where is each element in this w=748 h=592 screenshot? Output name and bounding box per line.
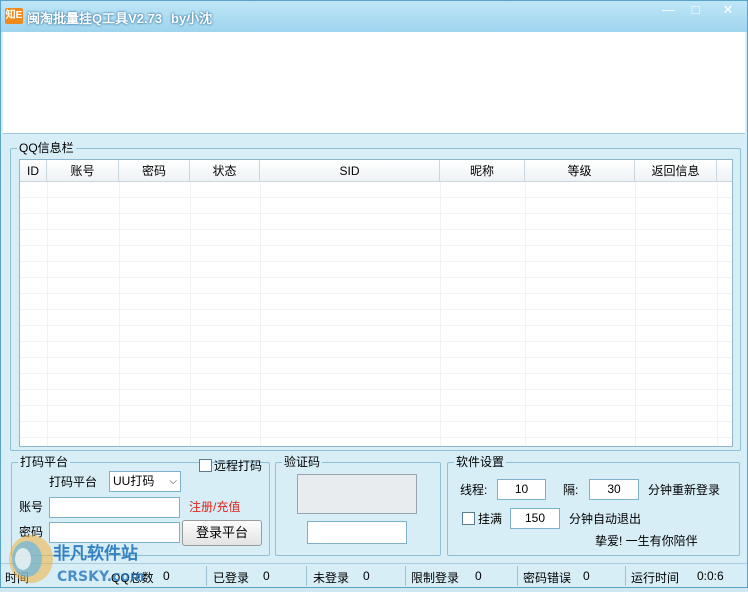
table-row[interactable] bbox=[20, 390, 732, 406]
col-status[interactable]: 状态 bbox=[190, 160, 260, 182]
captcha-group-title: 验证码 bbox=[282, 455, 323, 469]
settings-group-title: 软件设置 bbox=[454, 455, 507, 469]
status-run-time-value: 0:0:6 bbox=[697, 569, 724, 583]
platform-label: 打码平台 bbox=[49, 475, 98, 489]
app-icon: 知E bbox=[5, 8, 23, 24]
col-sid[interactable]: SID bbox=[260, 160, 440, 182]
status-wrong-password-label: 密码错误 bbox=[523, 571, 572, 585]
table-row[interactable] bbox=[20, 310, 732, 326]
close-button[interactable]: ✕ bbox=[709, 1, 747, 20]
status-wrong-password-value: 0 bbox=[583, 569, 590, 583]
qq-info-group-title: QQ信息栏 bbox=[17, 141, 76, 155]
table-row[interactable] bbox=[20, 198, 732, 214]
col-nickname[interactable]: 昵称 bbox=[440, 160, 525, 182]
table-row[interactable] bbox=[20, 326, 732, 342]
status-restricted-label: 限制登录 bbox=[411, 571, 460, 585]
watermark-swirl-icon: 非凡软件站 CRSKY.com bbox=[9, 535, 145, 585]
table-row[interactable] bbox=[20, 374, 732, 390]
col-password[interactable]: 密码 bbox=[119, 160, 190, 182]
table-row[interactable] bbox=[20, 182, 732, 198]
captcha-platform-group-title: 打码平台 bbox=[18, 455, 71, 469]
main-window: 知E 闽淘批量挂Q工具V2.73 by小沈 — □ ✕ QQ信息栏 ID 账号 … bbox=[0, 0, 748, 588]
table-row[interactable] bbox=[20, 358, 732, 374]
account-label: 账号 bbox=[19, 500, 44, 514]
table-header: ID 账号 密码 状态 SID 昵称 等级 返回信息 bbox=[20, 160, 732, 182]
status-not-logged-value: 0 bbox=[363, 569, 370, 583]
platform-select[interactable]: UU打码 ⌵ bbox=[109, 471, 181, 492]
login-platform-button[interactable]: 登录平台 bbox=[182, 520, 262, 546]
banner-area bbox=[3, 32, 745, 134]
table-row[interactable] bbox=[20, 230, 732, 246]
maximize-button[interactable]: □ bbox=[682, 1, 709, 20]
captcha-image[interactable] bbox=[297, 474, 417, 514]
auto-exit-label: 分钟自动退出 bbox=[569, 512, 642, 526]
status-logged-in-label: 已登录 bbox=[213, 571, 250, 585]
status-run-time-label: 运行时间 bbox=[631, 571, 680, 585]
status-restricted-value: 0 bbox=[475, 569, 482, 583]
threads-input[interactable]: 10 bbox=[497, 479, 546, 500]
table-row[interactable] bbox=[20, 262, 732, 278]
interval-label: 隔: bbox=[563, 483, 579, 497]
table-row[interactable] bbox=[20, 278, 732, 294]
table-row[interactable] bbox=[20, 422, 732, 438]
slogan-text: 挚爱! 一生有你陪伴 bbox=[595, 534, 698, 548]
captcha-input[interactable] bbox=[307, 521, 407, 544]
full-label: 挂满 bbox=[478, 512, 503, 526]
full-input[interactable]: 150 bbox=[510, 508, 560, 529]
col-return-info[interactable]: 返回信息 bbox=[635, 160, 717, 182]
minimize-button[interactable]: — bbox=[655, 1, 682, 20]
table-row[interactable] bbox=[20, 214, 732, 230]
col-id[interactable]: ID bbox=[20, 160, 47, 182]
account-input[interactable] bbox=[49, 497, 180, 518]
svg-text:非凡软件站: 非凡软件站 bbox=[53, 543, 138, 564]
register-recharge-link[interactable]: 注册/充值 bbox=[189, 500, 240, 514]
full-checkbox[interactable] bbox=[462, 512, 475, 525]
svg-text:CRSKY.com: CRSKY.com bbox=[57, 569, 145, 585]
status-separator bbox=[517, 566, 518, 586]
interval-input[interactable]: 30 bbox=[589, 479, 639, 500]
table-row[interactable] bbox=[20, 342, 732, 358]
remote-captcha-label: 远程打码 bbox=[214, 459, 263, 473]
col-account[interactable]: 账号 bbox=[47, 160, 119, 182]
title-bar[interactable]: 知E 闽淘批量挂Q工具V2.73 by小沈 — □ ✕ bbox=[1, 1, 747, 32]
table-row[interactable] bbox=[20, 294, 732, 310]
platform-select-value: UU打码 bbox=[113, 474, 155, 488]
status-logged-in-value: 0 bbox=[263, 569, 270, 583]
window-author: by小沈 bbox=[171, 11, 213, 26]
status-not-logged-label: 未登录 bbox=[313, 571, 350, 585]
chevron-down-icon: ⌵ bbox=[169, 476, 177, 487]
relogin-label: 分钟重新登录 bbox=[648, 483, 721, 497]
watermark-logo: 非凡软件站 CRSKY.com bbox=[1, 519, 171, 589]
threads-label: 线程: bbox=[460, 483, 488, 497]
qq-info-table[interactable]: ID 账号 密码 状态 SID 昵称 等级 返回信息 bbox=[19, 159, 733, 447]
col-level[interactable]: 等级 bbox=[525, 160, 635, 182]
window-title: 闽淘批量挂Q工具V2.73 bbox=[27, 11, 163, 26]
table-row[interactable] bbox=[20, 406, 732, 422]
status-separator bbox=[206, 566, 207, 586]
status-separator bbox=[625, 566, 626, 586]
table-row[interactable] bbox=[20, 246, 732, 262]
status-separator bbox=[306, 566, 307, 586]
status-separator bbox=[405, 566, 406, 586]
remote-captcha-checkbox[interactable] bbox=[199, 459, 212, 472]
